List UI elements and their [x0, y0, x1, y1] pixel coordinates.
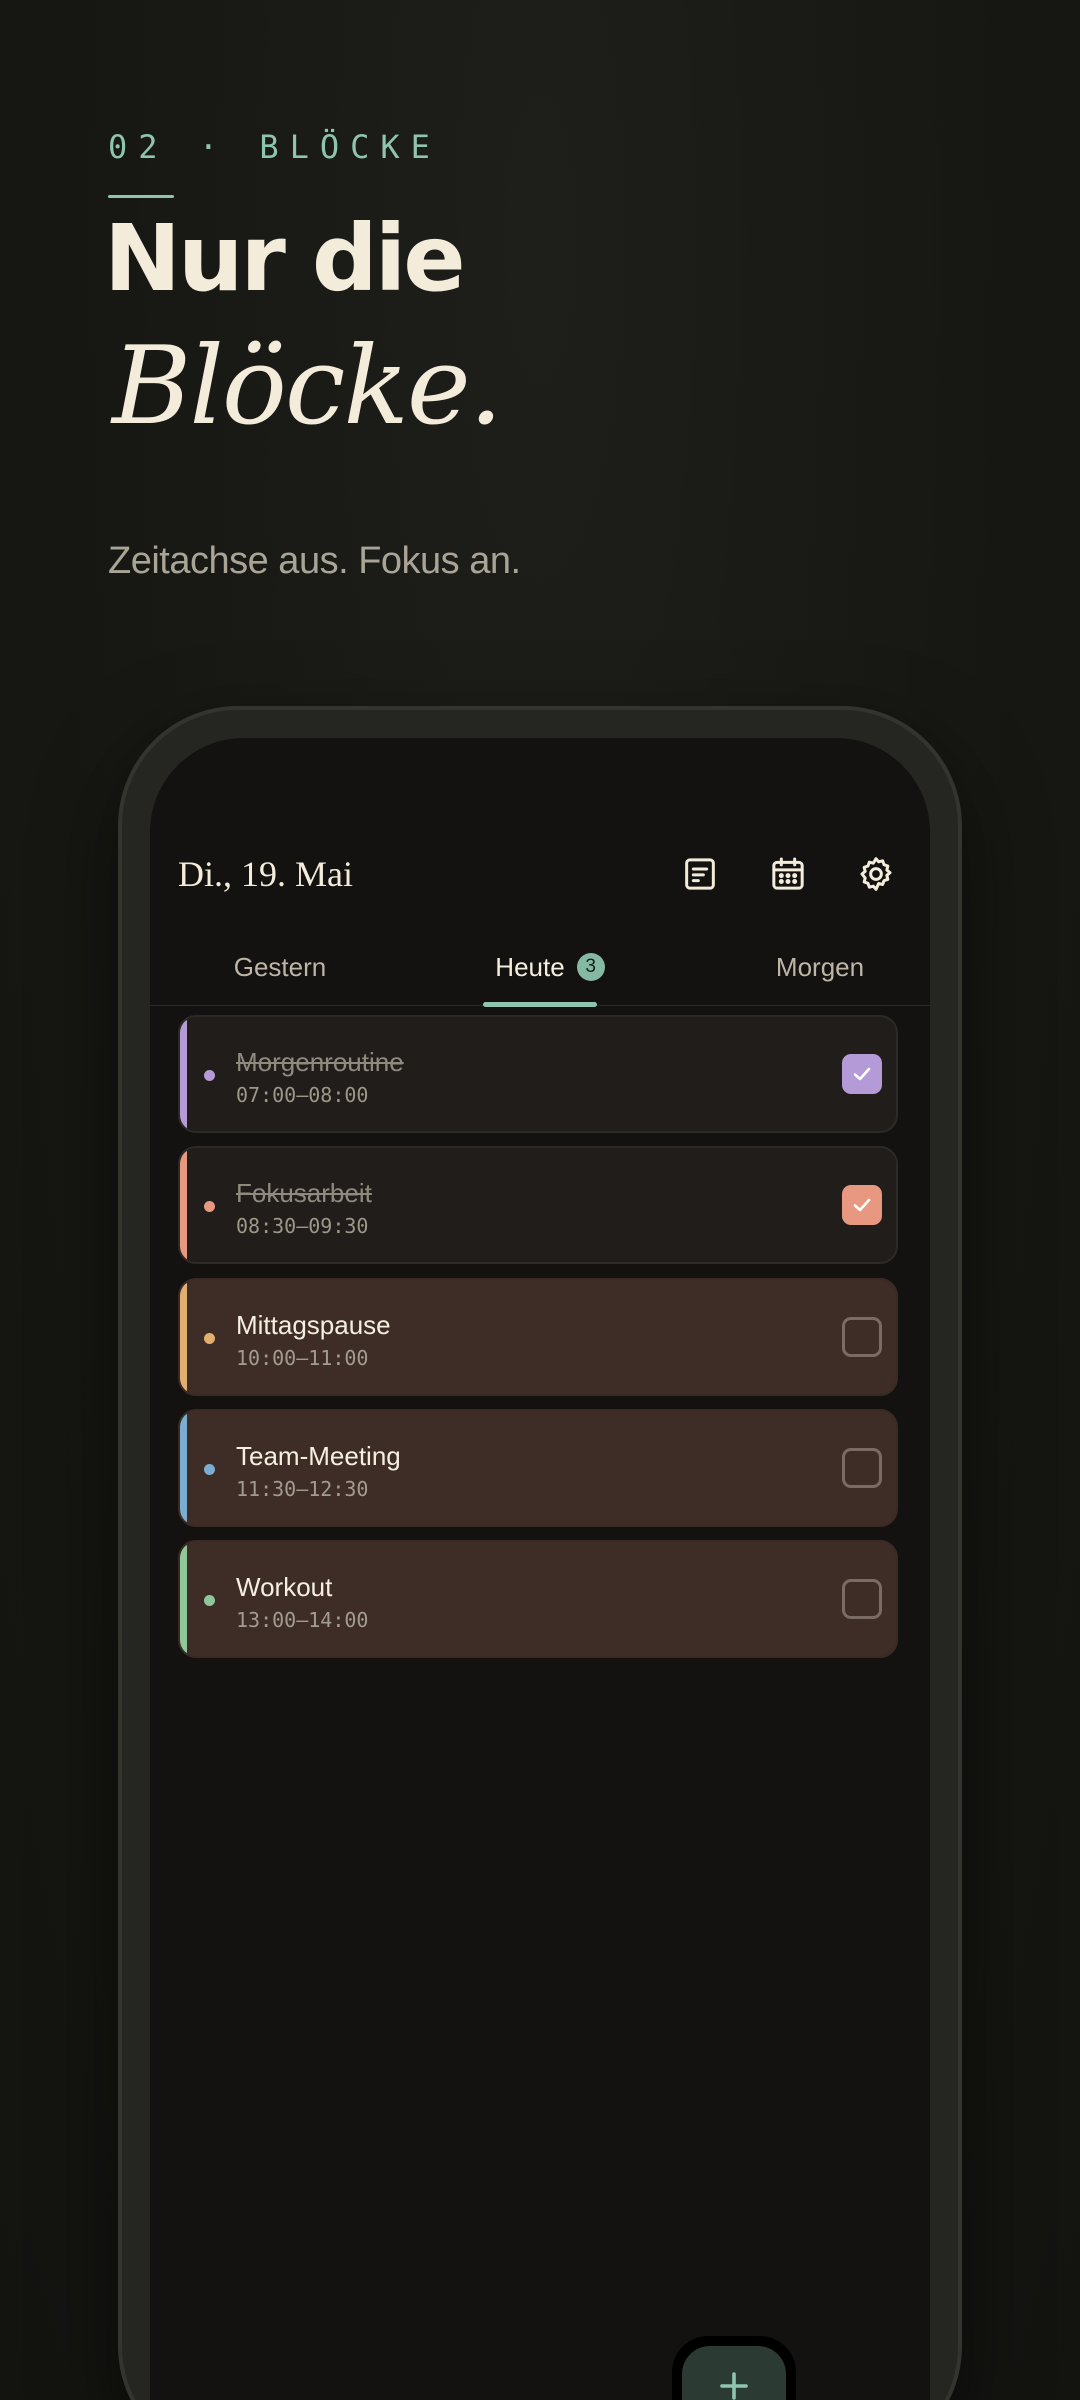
settings-icon [860, 857, 892, 891]
task-color-dot [204, 1595, 215, 1606]
task-checkbox[interactable] [842, 1448, 882, 1488]
task-color-dot [204, 1333, 215, 1344]
tab-label: Gestern [233, 951, 327, 982]
task-time: 13:00–14:00 [236, 1608, 369, 1632]
task-title: Team-Meeting [236, 1441, 401, 1471]
task-title: Fokusarbeit [236, 1178, 372, 1208]
add-block-button[interactable] [672, 2336, 796, 2400]
task-card-morgenroutine[interactable]: Morgenroutine 07:00–08:00 [178, 1015, 898, 1133]
task-color-stripe [180, 1411, 187, 1525]
task-time: 07:00–08:00 [236, 1083, 369, 1107]
task-checkbox[interactable] [842, 1185, 882, 1225]
calendar-icon [772, 857, 804, 890]
task-time: 10:00–11:00 [236, 1346, 369, 1370]
task-color-dot [204, 1070, 215, 1081]
task-color-stripe [180, 1017, 187, 1131]
calendar-button[interactable] [760, 846, 816, 902]
tab-morgen[interactable]: Morgen [730, 928, 910, 1006]
task-title: Workout [236, 1572, 333, 1602]
task-checkbox[interactable] [842, 1317, 882, 1357]
day-tabs: Gestern Heute 3 Morgen [150, 928, 930, 1007]
fab-surface [682, 2346, 786, 2400]
task-color-stripe [180, 1542, 187, 1656]
task-color-dot [204, 1201, 215, 1212]
checkmark-icon [853, 1067, 871, 1081]
phone-screen: Di., 19. Mai Gestern Heute 3 Morgen Morg… [150, 738, 930, 2400]
page-title: Di., 19. Mai [178, 854, 353, 894]
tab-heute[interactable]: Heute 3 [450, 928, 650, 1006]
task-title: Morgenroutine [236, 1047, 404, 1077]
plus-icon [720, 2372, 748, 2400]
task-time: 11:30–12:30 [236, 1477, 369, 1501]
active-tab-indicator [483, 1002, 597, 1007]
task-color-stripe [180, 1280, 187, 1394]
settings-button[interactable] [848, 846, 904, 902]
task-checkbox[interactable] [842, 1054, 882, 1094]
eyebrow-divider [108, 195, 174, 198]
task-color-dot [204, 1464, 215, 1475]
tagline: Zeitachse aus. Fokus an. [108, 540, 521, 582]
task-card-fokusarbeit[interactable]: Fokusarbeit 08:30–09:30 [178, 1146, 898, 1264]
task-title: Mittagspause [236, 1310, 391, 1340]
tab-label: Morgen [775, 951, 865, 982]
task-card-team-meeting[interactable]: Team-Meeting 11:30–12:30 [178, 1409, 898, 1527]
checkmark-icon [853, 1198, 871, 1212]
notes-icon [685, 858, 715, 890]
tab-count-badge: 3 [576, 953, 605, 981]
task-time: 08:30–09:30 [236, 1214, 369, 1238]
task-color-stripe [180, 1148, 187, 1262]
tab-gestern[interactable]: Gestern [190, 928, 370, 1006]
headline-line-2: Blöcke. [112, 324, 503, 449]
task-card-workout[interactable]: Workout 13:00–14:00 [178, 1540, 898, 1658]
tab-label: Heute [495, 951, 565, 982]
section-eyebrow: 02 · BLÖCKE [108, 128, 441, 166]
phone-frame: Di., 19. Mai Gestern Heute 3 Morgen Morg… [118, 706, 962, 2400]
headline-line-1: Nur die [104, 205, 466, 312]
task-checkbox[interactable] [842, 1579, 882, 1619]
task-card-mittagspause[interactable]: Mittagspause 10:00–11:00 [178, 1278, 898, 1396]
notes-button[interactable] [672, 846, 728, 902]
